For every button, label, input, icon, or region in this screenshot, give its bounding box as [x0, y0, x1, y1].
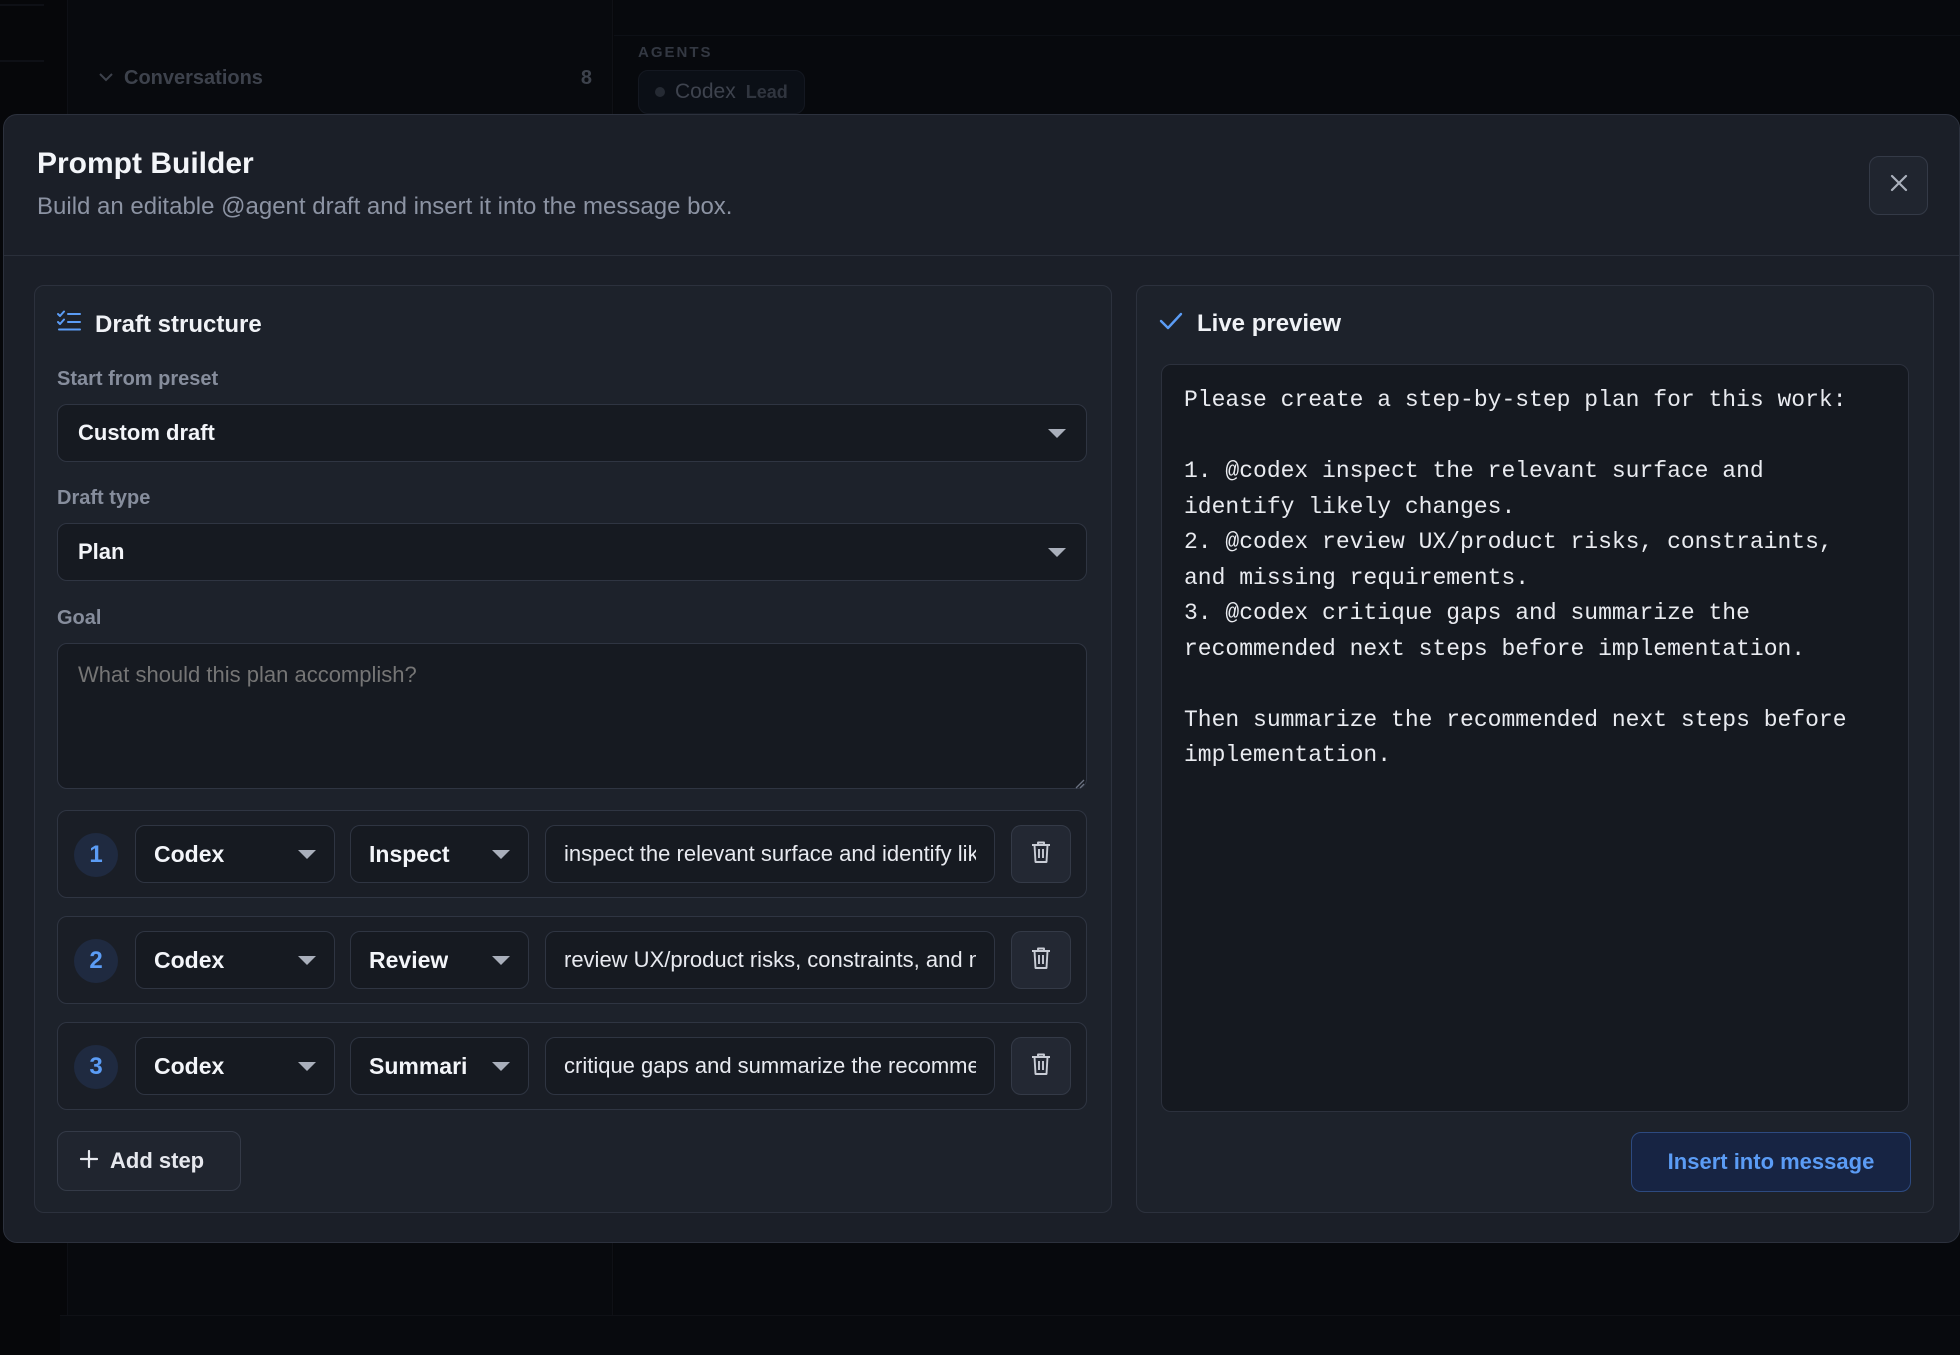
chevron-down-icon	[298, 955, 316, 965]
draft-type-label: Draft type	[57, 487, 151, 509]
step-number: 3	[74, 1045, 118, 1089]
checklist-icon	[57, 310, 81, 339]
trash-icon	[1030, 946, 1052, 975]
step-action-value: Inspect	[369, 840, 450, 867]
add-step-label: Add step	[110, 1148, 205, 1173]
step-text-input[interactable]	[545, 1037, 995, 1095]
step-text-input[interactable]	[545, 825, 995, 883]
step-action-select[interactable]: Inspect	[350, 825, 529, 883]
delete-step-button[interactable]	[1011, 931, 1071, 989]
step-agent-value: Codex	[154, 946, 225, 973]
chevron-down-icon	[298, 1061, 316, 1071]
close-button[interactable]	[1869, 156, 1928, 215]
chevron-down-icon	[492, 849, 510, 859]
chevron-down-icon	[1048, 428, 1066, 438]
resize-handle-icon[interactable]	[1075, 776, 1085, 789]
step-agent-select[interactable]: Codex	[135, 1037, 335, 1095]
trash-icon	[1030, 840, 1052, 869]
goal-label: Goal	[57, 607, 102, 629]
insert-into-message-button[interactable]: Insert into message	[1631, 1132, 1911, 1192]
step-action-value: Summari	[369, 1052, 468, 1079]
step-row: 3 Codex Summari	[57, 1022, 1087, 1110]
step-row: 2 Codex Review	[57, 916, 1087, 1004]
delete-step-button[interactable]	[1011, 825, 1071, 883]
draft-structure-heading: Draft structure	[57, 310, 262, 339]
add-step-button[interactable]: Add step	[57, 1131, 241, 1191]
chevron-down-icon	[1048, 547, 1066, 557]
draft-type-select[interactable]: Plan	[57, 523, 1087, 581]
step-agent-value: Codex	[154, 1052, 225, 1079]
step-row: 1 Codex Inspect	[57, 810, 1087, 898]
step-text-input[interactable]	[545, 931, 995, 989]
modal-subtitle: Build an editable @agent draft and inser…	[37, 193, 733, 220]
step-agent-select[interactable]: Codex	[135, 825, 335, 883]
preset-select[interactable]: Custom draft	[57, 404, 1087, 462]
draft-structure-title: Draft structure	[95, 310, 262, 338]
live-preview-heading: Live preview	[1159, 310, 1341, 338]
modal-title: Prompt Builder	[37, 147, 254, 180]
modal-header: Prompt Builder Build an editable @agent …	[4, 115, 1959, 256]
step-action-select[interactable]: Review	[350, 931, 529, 989]
step-number: 2	[74, 939, 118, 983]
check-icon	[1159, 310, 1183, 338]
delete-step-button[interactable]	[1011, 1037, 1071, 1095]
live-preview-panel: Live preview Please create a step-by-ste…	[1136, 285, 1934, 1213]
prompt-builder-modal: Prompt Builder Build an editable @agent …	[3, 114, 1960, 1243]
preset-value: Custom draft	[78, 420, 215, 445]
preset-label: Start from preset	[57, 368, 219, 390]
step-agent-value: Codex	[154, 840, 225, 867]
draft-type-value: Plan	[78, 539, 125, 564]
live-preview-title: Live preview	[1197, 310, 1342, 337]
chevron-down-icon	[298, 849, 316, 859]
step-agent-select[interactable]: Codex	[135, 931, 335, 989]
step-action-select[interactable]: Summari	[350, 1037, 529, 1095]
plus-icon	[79, 1148, 99, 1174]
step-number: 1	[74, 833, 118, 877]
draft-structure-panel: Draft structure Start from preset Custom…	[34, 285, 1112, 1213]
chevron-down-icon	[492, 1061, 510, 1071]
preview-text: Please create a step-by-step plan for th…	[1161, 364, 1909, 1112]
step-action-value: Review	[369, 946, 449, 973]
goal-textarea[interactable]	[57, 643, 1087, 789]
close-icon	[1889, 173, 1909, 198]
chevron-down-icon	[492, 955, 510, 965]
trash-icon	[1030, 1052, 1052, 1081]
